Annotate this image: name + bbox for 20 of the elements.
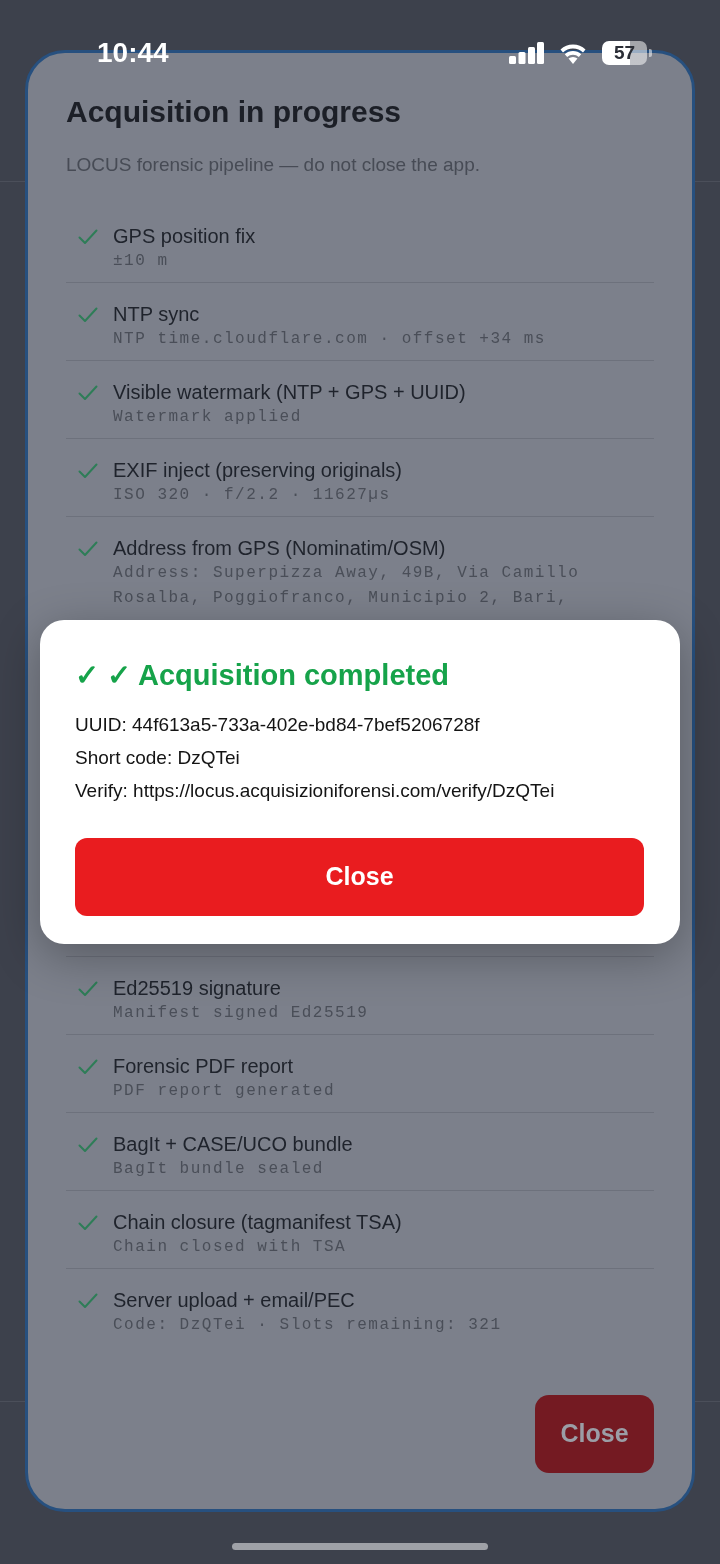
info-line: UUID: 44f613a5-733a-402e-bd84-7bef5206728f xyxy=(75,713,481,737)
close-button[interactable]: Close xyxy=(535,1395,654,1473)
sheet-title: Acquisition in progress xyxy=(66,94,403,130)
info-line: Verify: https://locus.acquisizioniforensi.com/verify/DzQTei xyxy=(75,779,556,803)
step-title: Chain closure (tagmanifest TSA) xyxy=(113,1210,402,1235)
step-title: NTP sync xyxy=(113,302,201,327)
step-title: GPS position fix xyxy=(113,224,256,249)
step-title: Ed25519 signature xyxy=(113,976,282,1001)
step-title: Visible watermark (NTP + GPS + UUID) xyxy=(113,380,466,405)
battery-indicator: 57 xyxy=(602,41,652,65)
dialog-title: ✓ ✓ Acquisition completed xyxy=(75,658,450,692)
step-title: BagIt + CASE/UCO bundle xyxy=(113,1132,353,1157)
wifi-icon xyxy=(558,42,588,64)
step-title: Address from GPS (Nominatim/OSM) xyxy=(113,536,447,561)
step-title: EXIF inject (preserving originals) xyxy=(113,458,402,483)
signal-icon xyxy=(509,42,544,64)
step-title: Forensic PDF report xyxy=(113,1054,295,1079)
step-title: Server upload + email/PEC xyxy=(113,1288,356,1313)
close-button[interactable]: Close xyxy=(75,838,644,916)
info-line: Short code: DzQTei xyxy=(75,746,241,770)
